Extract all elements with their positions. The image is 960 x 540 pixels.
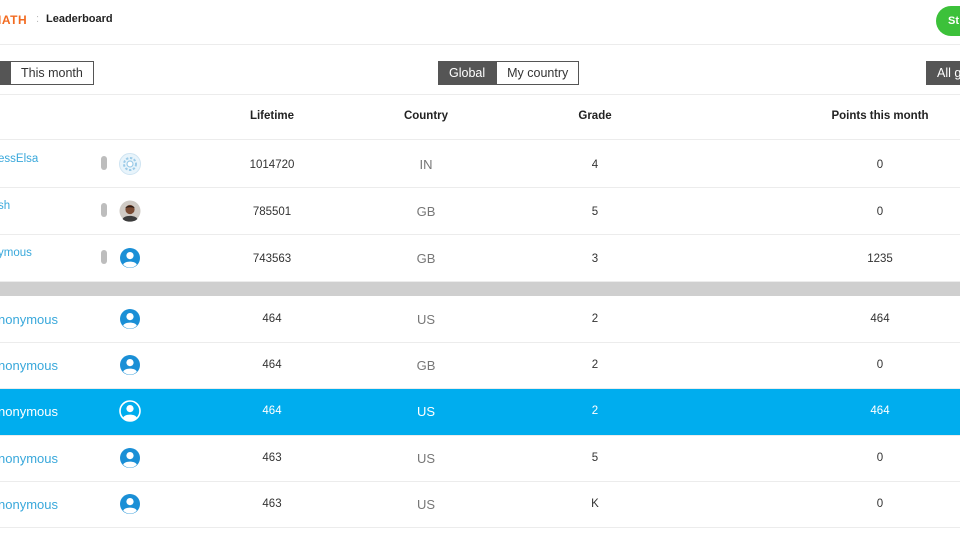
user-avatar-icon [119,308,141,330]
breadcrumb: Leaderboard [46,13,113,25]
lifetime-cell: 464 [262,405,282,417]
table-row[interactable]: nonymous 464 US 2 464 [0,297,960,343]
lifetime-cell: 463 [262,498,282,510]
photo-avatar-icon [119,200,141,222]
table-row-current-user[interactable]: nonymous 464 US 2 464 [0,389,960,436]
lifetime-cell: 464 [262,359,282,371]
table-row[interactable]: sh 785501 GB 5 0 [0,188,960,235]
points-cell: 0 [876,159,884,171]
country-cell: GB [416,251,436,266]
grade-option-all[interactable]: All g [926,61,960,85]
country-cell: US [416,404,436,419]
country-cell: IN [419,157,433,172]
grade-cell: 2 [591,405,599,417]
table-row[interactable]: essElsa 1014720 IN 4 0 [0,141,960,188]
grade-cell: K [591,498,599,510]
lifetime-cell: 743563 [252,253,292,265]
table-row[interactable]: nonymous 464 GB 2 0 [0,343,960,389]
country-cell: US [416,451,436,466]
player-name-link[interactable]: sh [0,200,10,212]
rank-gap-divider [0,282,960,296]
points-cell: 464 [870,313,890,325]
table-header: Lifetime Country Grade Points this month [0,95,960,140]
lifetime-cell: 785501 [252,206,292,218]
user-avatar-icon [119,400,141,422]
points-cell: 0 [876,452,884,464]
player-name-link[interactable]: nonymous [0,404,58,419]
scope-option-global[interactable]: Global [438,61,497,85]
country-cell: US [416,312,436,327]
top-bar: IATH : Leaderboard St [0,0,960,45]
rank-indicator [101,156,107,170]
player-name-link[interactable]: ymous [0,247,32,259]
grade-cell: 3 [591,253,599,265]
brand-logo[interactable]: IATH [0,13,27,27]
table-row[interactable]: nonymous 463 US 5 0 [0,436,960,482]
user-avatar-icon [119,493,141,515]
points-cell: 464 [870,405,890,417]
breadcrumb-separator: : [36,13,40,25]
country-cell: GB [416,204,436,219]
filter-bar: This month Global My country All g [0,46,960,95]
table-row[interactable]: ymous 743563 GB 3 1235 [0,235,960,282]
period-option-previous[interactable] [0,61,10,85]
player-name-link[interactable]: essElsa [0,153,38,165]
points-cell: 0 [876,359,884,371]
country-cell: US [416,497,436,512]
grade-cell: 4 [591,159,599,171]
user-avatar-icon [119,354,141,376]
grade-cell: 2 [591,359,599,371]
player-name-link[interactable]: nonymous [0,312,58,327]
rank-indicator [101,203,107,217]
column-header-country[interactable]: Country [404,110,448,122]
grade-cell: 2 [591,313,599,325]
grade-cell: 5 [591,452,599,464]
lifetime-cell: 1014720 [249,159,295,171]
grade-toggle: All g [926,61,960,85]
start-button[interactable]: St [936,6,960,36]
player-name-link[interactable]: nonymous [0,358,58,373]
table-row[interactable]: nonymous 463 US K 0 [0,482,960,528]
column-header-points[interactable]: Points this month [831,110,928,122]
lifetime-cell: 464 [262,313,282,325]
user-avatar-icon [119,447,141,469]
period-toggle: This month [0,61,94,85]
scope-toggle: Global My country [438,61,580,85]
lifetime-cell: 463 [262,452,282,464]
points-cell: 0 [876,206,884,218]
column-header-lifetime[interactable]: Lifetime [250,110,294,122]
scope-option-my-country[interactable]: My country [496,61,580,85]
player-name-link[interactable]: nonymous [0,497,58,512]
gear-avatar-icon [119,153,141,175]
player-name-link[interactable]: nonymous [0,451,58,466]
grade-cell: 5 [591,206,599,218]
country-cell: GB [416,358,436,373]
points-cell: 1235 [867,253,893,265]
rank-indicator [101,250,107,264]
user-avatar-icon [119,247,141,269]
column-header-grade[interactable]: Grade [578,110,611,122]
points-cell: 0 [876,498,884,510]
period-option-this-month[interactable]: This month [10,61,94,85]
